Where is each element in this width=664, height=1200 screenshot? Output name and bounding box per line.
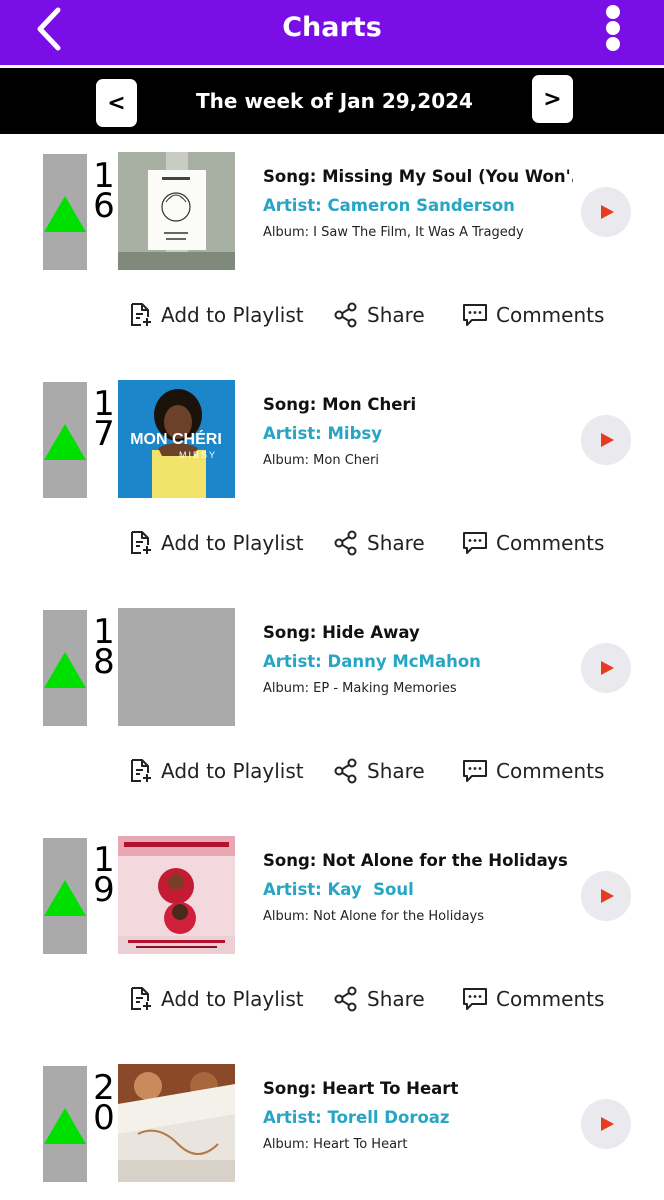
entry-actions: Add to Playlist Share Comments bbox=[0, 297, 664, 333]
chart-entry: 19 Song: Not Alone for the Holidays Arti… bbox=[0, 821, 664, 1049]
trend-up-icon bbox=[44, 880, 86, 916]
week-label: The week of Jan 29,2024 bbox=[196, 89, 473, 113]
play-icon bbox=[601, 1117, 614, 1131]
trend-up-icon bbox=[44, 196, 86, 232]
add-document-icon bbox=[131, 987, 151, 1010]
share-icon bbox=[334, 758, 357, 784]
album-name: Album: Heart To Heart bbox=[263, 1137, 408, 1152]
play-button[interactable] bbox=[581, 1099, 631, 1149]
song-title[interactable]: Song: Not Alone for the Holidays bbox=[263, 851, 573, 870]
share-button[interactable]: Share bbox=[333, 297, 425, 333]
comments-button[interactable]: Comments bbox=[462, 981, 604, 1017]
play-button[interactable] bbox=[581, 871, 631, 921]
share-button[interactable]: Share bbox=[333, 981, 425, 1017]
trend-up-icon bbox=[44, 1108, 86, 1144]
album-cover[interactable] bbox=[118, 836, 235, 954]
song-title[interactable]: Song: Mon Cheri bbox=[263, 395, 573, 414]
play-button[interactable] bbox=[581, 415, 631, 465]
trend-indicator bbox=[43, 154, 87, 270]
week-navigator: < The week of Jan 29,2024 > bbox=[0, 68, 664, 134]
trend-indicator bbox=[43, 838, 87, 954]
artist-link[interactable]: Artist: Danny McMahon bbox=[263, 652, 573, 671]
share-icon bbox=[334, 302, 357, 328]
entry-actions: Add to Playlist Share Comments bbox=[0, 753, 664, 789]
chart-entry: 18 Song: Hide Away Artist: Danny McMahon… bbox=[0, 593, 664, 821]
share-icon bbox=[334, 986, 357, 1012]
trend-up-icon bbox=[44, 652, 86, 688]
share-button[interactable]: Share bbox=[333, 753, 425, 789]
album-cover[interactable]: MON CHÉRI MIBSY bbox=[118, 380, 235, 498]
add-to-playlist-button[interactable]: Add to Playlist bbox=[127, 753, 304, 789]
comment-icon bbox=[463, 532, 487, 554]
play-icon bbox=[601, 205, 614, 219]
chart-entry: 20 Song: Heart To Heart Artist: Torell D… bbox=[0, 1049, 664, 1200]
svg-text:MON CHÉRI: MON CHÉRI bbox=[130, 429, 222, 448]
trend-up-icon bbox=[44, 424, 86, 460]
comment-icon bbox=[463, 304, 487, 326]
artist-link[interactable]: Artist: Torell Doroaz bbox=[263, 1108, 573, 1127]
trend-indicator bbox=[43, 1066, 87, 1182]
chart-entry: 16 Song: Missing My Soul (You Won'... Ar… bbox=[0, 137, 664, 365]
previous-week-button[interactable]: < bbox=[96, 79, 137, 127]
album-cover[interactable] bbox=[118, 152, 235, 270]
comments-button[interactable]: Comments bbox=[462, 297, 604, 333]
artist-link[interactable]: Artist: Cameron Sanderson bbox=[263, 196, 573, 215]
play-icon bbox=[601, 433, 614, 447]
play-icon bbox=[601, 661, 614, 675]
entry-actions: Add to Playlist Share Comments bbox=[0, 525, 664, 561]
comment-icon bbox=[463, 760, 487, 782]
comments-button[interactable]: Comments bbox=[462, 753, 604, 789]
comments-button[interactable]: Comments bbox=[462, 525, 604, 561]
app-header: Charts bbox=[0, 0, 664, 65]
trend-indicator bbox=[43, 382, 87, 498]
album-name: Album: Mon Cheri bbox=[263, 453, 379, 468]
svg-text:MIBSY: MIBSY bbox=[179, 450, 217, 460]
add-document-icon bbox=[131, 303, 151, 326]
add-to-playlist-button[interactable]: Add to Playlist bbox=[127, 981, 304, 1017]
play-icon bbox=[601, 889, 614, 903]
add-to-playlist-button[interactable]: Add to Playlist bbox=[127, 297, 304, 333]
album-name: Album: EP - Making Memories bbox=[263, 681, 457, 696]
artist-link[interactable]: Artist: Kay Soul bbox=[263, 880, 573, 899]
entry-actions: Add to Playlist Share Comments bbox=[0, 981, 664, 1017]
song-title[interactable]: Song: Heart To Heart bbox=[263, 1079, 573, 1098]
rank-number: 19 bbox=[93, 840, 115, 910]
share-icon bbox=[334, 530, 357, 556]
page-title: Charts bbox=[282, 12, 382, 43]
song-title[interactable]: Song: Hide Away bbox=[263, 623, 573, 642]
add-document-icon bbox=[131, 531, 151, 554]
play-button[interactable] bbox=[581, 187, 631, 237]
rank-number: 20 bbox=[93, 1068, 115, 1138]
song-title[interactable]: Song: Missing My Soul (You Won'... bbox=[263, 167, 573, 186]
album-name: Album: I Saw The Film, It Was A Tragedy bbox=[263, 225, 524, 240]
add-to-playlist-button[interactable]: Add to Playlist bbox=[127, 525, 304, 561]
chart-entry: 17 MON CHÉRI MIBSY Song: Mon Cheri Artis… bbox=[0, 365, 664, 593]
artist-link[interactable]: Artist: Mibsy bbox=[263, 424, 573, 443]
album-name: Album: Not Alone for the Holidays bbox=[263, 909, 485, 924]
trend-indicator bbox=[43, 610, 87, 726]
add-document-icon bbox=[131, 759, 151, 782]
rank-number: 17 bbox=[93, 384, 115, 454]
kebab-menu-icon[interactable] bbox=[598, 5, 628, 51]
play-button[interactable] bbox=[581, 643, 631, 693]
album-cover-placeholder[interactable] bbox=[118, 608, 235, 726]
next-week-button[interactable]: > bbox=[532, 75, 573, 123]
album-cover[interactable] bbox=[118, 1064, 235, 1182]
share-button[interactable]: Share bbox=[333, 525, 425, 561]
rank-number: 16 bbox=[93, 156, 115, 226]
rank-number: 18 bbox=[93, 612, 115, 682]
comment-icon bbox=[463, 988, 487, 1010]
